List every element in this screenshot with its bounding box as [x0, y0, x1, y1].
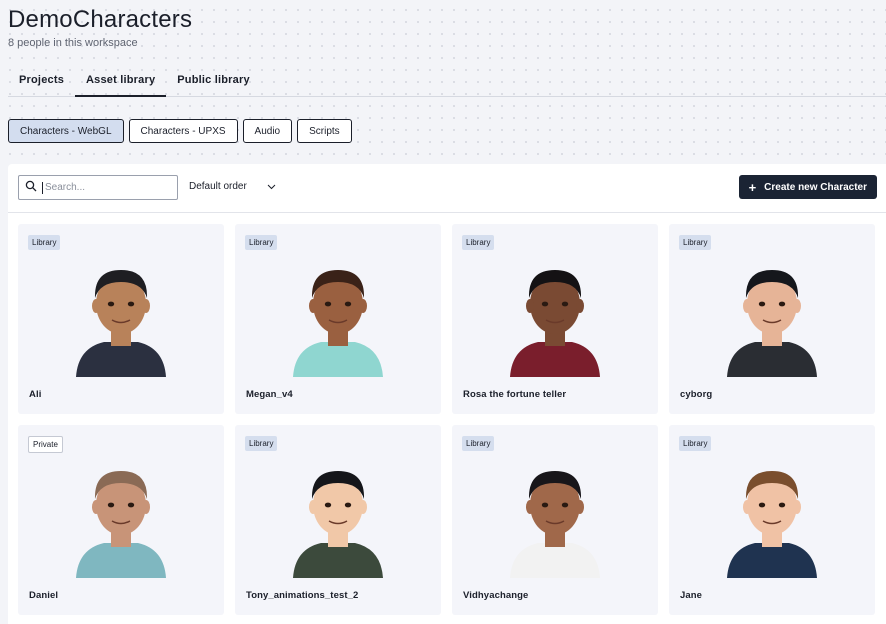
character-name: Daniel: [29, 590, 59, 601]
sort-label: Default order: [189, 181, 247, 192]
character-card[interactable]: Private Daniel: [18, 425, 224, 615]
character-name: Jane: [680, 590, 703, 601]
library-badge: Library: [679, 436, 712, 451]
character-name: Rosa the fortune teller: [463, 389, 567, 400]
workspace-tabs: Projects Asset library Public library: [8, 66, 886, 97]
character-card[interactable]: Library Megan_v4: [235, 224, 441, 414]
character-card[interactable]: Library cyborg: [669, 224, 875, 414]
character-card[interactable]: Library Ali: [18, 224, 224, 414]
library-badge: Library: [679, 235, 712, 250]
character-name: Ali: [29, 389, 42, 400]
asset-panel: Default order + Create new Character Lib…: [8, 164, 886, 624]
filter-characters-upxs[interactable]: Characters - UPXS: [128, 119, 238, 143]
character-name: Megan_v4: [246, 389, 293, 400]
library-badge: Library: [245, 436, 278, 451]
asset-toolbar: Default order + Create new Character: [8, 164, 886, 213]
character-thumbnail: [283, 260, 393, 382]
search-icon: [25, 179, 37, 197]
tab-asset-library[interactable]: Asset library: [75, 66, 167, 97]
character-card[interactable]: Library Rosa the fortune teller: [452, 224, 658, 414]
tab-public-library[interactable]: Public library: [166, 66, 261, 96]
search-box[interactable]: [18, 175, 178, 200]
asset-type-filters: Characters - WebGL Characters - UPXS Aud…: [8, 119, 352, 143]
character-thumbnail: [717, 260, 827, 382]
search-input[interactable]: [42, 181, 172, 194]
tab-projects[interactable]: Projects: [8, 66, 75, 96]
character-thumbnail: [500, 461, 610, 583]
character-thumbnail: [500, 260, 610, 382]
character-thumbnail: [283, 461, 393, 583]
library-badge: Library: [28, 235, 61, 250]
filter-audio[interactable]: Audio: [242, 119, 293, 143]
create-character-button[interactable]: + Create new Character: [738, 175, 877, 199]
library-badge: Library: [462, 436, 495, 451]
character-card[interactable]: Library Jane: [669, 425, 875, 615]
character-card[interactable]: Library Tony_animations_test_2: [235, 425, 441, 615]
character-thumbnail: [717, 461, 827, 583]
page-title: DemoCharacters: [8, 6, 193, 33]
character-name: Tony_animations_test_2: [246, 590, 359, 601]
workspace-header: DemoCharacters 8 people in this workspac…: [8, 6, 192, 49]
character-thumbnail: [66, 461, 176, 583]
character-name: cyborg: [680, 389, 713, 400]
private-badge: Private: [28, 436, 63, 453]
character-card[interactable]: Library Vidhyachange: [452, 425, 658, 615]
create-character-label: Create new Character: [764, 181, 867, 193]
filter-scripts[interactable]: Scripts: [297, 119, 352, 143]
library-badge: Library: [245, 235, 278, 250]
library-badge: Library: [462, 235, 495, 250]
filter-characters-webgl[interactable]: Characters - WebGL: [8, 119, 124, 143]
character-grid: Library Ali Library Megan_v4 Library Ros…: [18, 224, 875, 615]
character-thumbnail: [66, 260, 176, 382]
workspace-member-count: 8 people in this workspace: [8, 37, 138, 49]
chevron-down-icon: [267, 184, 276, 189]
character-name: Vidhyachange: [463, 590, 529, 601]
sort-dropdown[interactable]: Default order: [189, 181, 276, 192]
plus-icon: +: [748, 179, 757, 195]
